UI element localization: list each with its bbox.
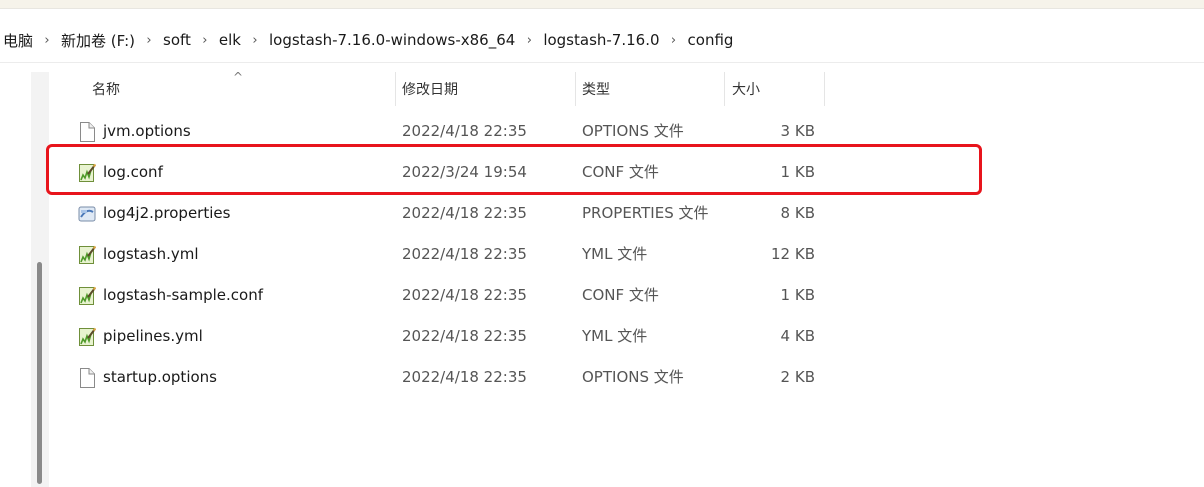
breadcrumb-item-elk[interactable]: elk [216,31,244,49]
file-size: 3 KB [780,122,815,140]
file-row[interactable]: log.conf 2022/3/24 19:54 CONF 文件 1 KB [75,152,835,193]
file-type: CONF 文件 [582,286,659,304]
file-name[interactable]: logstash.yml [103,234,199,275]
breadcrumb-item-soft[interactable]: soft [160,31,194,49]
file-name[interactable]: logstash-sample.conf [103,275,263,316]
file-size: 4 KB [780,327,815,345]
file-type: PROPERTIES 文件 [582,204,709,222]
file-name[interactable]: jvm.options [103,111,191,152]
file-size: 12 KB [771,245,815,263]
scrollbar-thumb[interactable] [37,262,42,484]
file-name[interactable]: log.conf [103,152,163,193]
file-modified-date: 2022/4/18 22:35 [402,327,527,345]
breadcrumb-item-drive[interactable]: 新加卷 (F:) [58,30,138,51]
file-name[interactable]: log4j2.properties [103,193,230,234]
file-type: OPTIONS 文件 [582,368,684,386]
blank-file-icon [78,122,96,142]
file-type: OPTIONS 文件 [582,122,684,140]
file-row[interactable]: logstash.yml 2022/4/18 22:35 YML 文件 12 KB [75,234,835,275]
column-header-date[interactable]: 修改日期 [390,72,570,106]
column-header-type[interactable]: 类型 [570,72,720,106]
column-header: 名称 修改日期 类型 大小 [80,72,825,108]
chevron-right-icon[interactable]: › [663,33,685,48]
column-divider[interactable] [824,72,825,106]
top-divider [0,8,1204,9]
chevron-right-icon[interactable]: › [194,33,216,48]
breadcrumb-item-logstash-windows[interactable]: logstash-7.16.0-windows-x86_64 [266,31,518,49]
file-type: CONF 文件 [582,163,659,181]
notepadpp-file-icon [78,163,97,183]
properties-file-icon [78,204,96,224]
file-modified-date: 2022/4/18 22:35 [402,286,527,304]
notepadpp-file-icon [78,286,97,306]
breadcrumb: 电脑 › 新加卷 (F:) › soft › elk › logstash-7.… [0,18,1204,62]
file-type: YML 文件 [582,245,648,263]
file-row[interactable]: startup.options 2022/4/18 22:35 OPTIONS 文件… [75,357,835,398]
chevron-right-icon[interactable]: › [36,33,58,48]
notepadpp-file-icon [78,327,97,347]
file-size: 2 KB [780,368,815,386]
file-name[interactable]: startup.options [103,357,217,398]
breadcrumb-divider [0,62,1204,63]
chevron-right-icon[interactable]: › [244,33,266,48]
file-modified-date: 2022/4/18 22:35 [402,204,527,222]
file-modified-date: 2022/3/24 19:54 [402,163,527,181]
file-name[interactable]: pipelines.yml [103,316,203,357]
chevron-right-icon[interactable]: › [518,33,540,48]
chevron-right-icon[interactable]: › [138,33,160,48]
window-top-strip [0,0,1204,8]
file-row[interactable]: logstash-sample.conf 2022/4/18 22:35 CONF … [75,275,835,316]
file-row[interactable]: log4j2.properties 2022/4/18 22:35 PROPERTI… [75,193,835,234]
file-size: 1 KB [780,286,815,304]
column-header-name[interactable]: 名称 [80,72,395,106]
file-row[interactable]: pipelines.yml 2022/4/18 22:35 YML 文件 4 KB [75,316,835,357]
blank-file-icon [78,368,96,388]
notepadpp-file-icon [78,245,97,265]
file-modified-date: 2022/4/18 22:35 [402,245,527,263]
breadcrumb-item-config[interactable]: config [685,31,737,49]
breadcrumb-item-logstash[interactable]: logstash-7.16.0 [540,31,662,49]
file-modified-date: 2022/4/18 22:35 [402,122,527,140]
file-size: 8 KB [780,204,815,222]
file-modified-date: 2022/4/18 22:35 [402,368,527,386]
file-type: YML 文件 [582,327,648,345]
breadcrumb-item-this-pc[interactable]: 电脑 [0,30,36,51]
file-row[interactable]: jvm.options 2022/4/18 22:35 OPTIONS 文件 3 KB [75,111,835,152]
file-size: 1 KB [780,163,815,181]
column-header-size[interactable]: 大小 [720,72,825,106]
